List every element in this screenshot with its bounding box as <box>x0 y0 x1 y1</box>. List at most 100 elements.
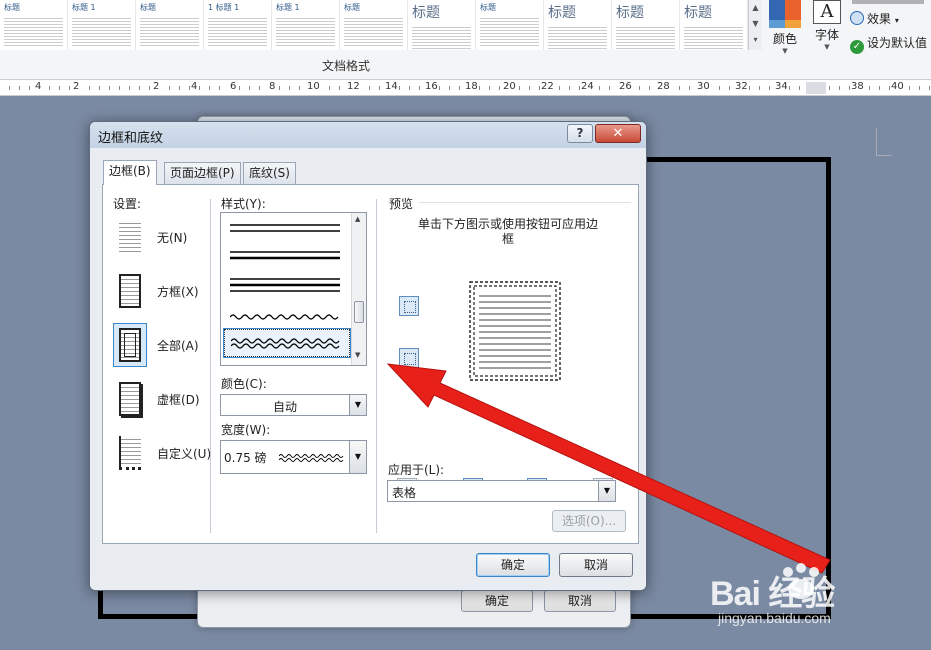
style-thumbnail[interactable]: 标题 1 <box>68 0 136 50</box>
ruler-label: 30 <box>696 81 711 93</box>
inside-horizontal-border-icon[interactable] <box>399 348 419 368</box>
chevron-down-icon[interactable]: ▼ <box>349 395 366 415</box>
color-select[interactable]: 自动 ▼ <box>220 394 367 416</box>
border-shadow-icon <box>119 382 141 416</box>
width-label: 宽度(W): <box>221 423 271 437</box>
setting-label: 全部(A) <box>157 339 199 353</box>
thumbnail-title: 1 标题 1 <box>208 3 240 12</box>
ruler-label: 4 <box>34 81 43 93</box>
style-scrollbar[interactable]: ▲ ▼ <box>351 213 366 365</box>
ribbon-top-strip <box>852 0 924 4</box>
apply-to-label: 应用于(L): <box>388 463 445 477</box>
divider <box>419 202 631 203</box>
cancel-button[interactable]: 取消 <box>559 553 633 577</box>
dialog-titlebar[interactable]: 边框和底纹 ? ✕ <box>90 122 646 148</box>
style-thumbnail[interactable]: 1 标题 1 <box>204 0 272 50</box>
tab-shading[interactable]: 底纹(S) <box>243 162 296 184</box>
chevron-down-icon: ▼ <box>782 47 788 55</box>
border-custom-icon <box>119 436 141 470</box>
fonts-button[interactable]: A 字体 ▼ <box>808 0 846 51</box>
top-border-icon[interactable] <box>399 296 419 316</box>
ruler-label: 40 <box>890 81 905 93</box>
ruler-label: 4 <box>190 81 199 93</box>
width-select[interactable]: 0.75 磅 ▼ <box>220 440 367 474</box>
apply-to-select[interactable]: 表格 ▼ <box>387 480 616 502</box>
tab-page-border[interactable]: 页面边框(P) <box>164 162 241 184</box>
options-button[interactable]: 选项(O)... <box>552 510 626 532</box>
ok-button[interactable]: 确定 <box>476 553 550 577</box>
set-default-button[interactable]: ✓ 设为默认值 <box>850 34 927 54</box>
background-ok-button[interactable]: 确定 <box>461 590 533 612</box>
ruler-label: 18 <box>464 81 479 93</box>
background-cancel-button[interactable]: 取消 <box>544 590 616 612</box>
style-option-double-thin[interactable] <box>224 215 350 243</box>
thumbnail-title: 标题 <box>616 5 644 21</box>
ruler-label: 12 <box>346 81 361 93</box>
border-none-icon <box>119 220 141 254</box>
effects-button[interactable]: 效果 ▾ <box>850 10 899 27</box>
ruler-label: 38 <box>850 81 865 93</box>
style-thumbnail[interactable]: 标题 <box>680 0 748 50</box>
setting-custom[interactable]: 自定义(U) <box>113 431 223 475</box>
colors-button[interactable]: 颜色 ▼ <box>765 0 805 55</box>
border-box-icon <box>119 274 141 308</box>
line-triple-icon <box>230 278 340 292</box>
gallery-scroll[interactable]: ▲ ▼ ▾ <box>748 0 762 50</box>
ruler-label: 10 <box>306 81 321 93</box>
help-button[interactable]: ? <box>567 124 593 143</box>
font-glyph-icon: A <box>813 0 841 24</box>
chevron-down-icon[interactable]: ▼ <box>349 441 366 473</box>
apply-to-value: 表格 <box>392 486 417 500</box>
ruler-label: 28 <box>656 81 671 93</box>
ruler-label: 8 <box>268 81 277 93</box>
watermark-url: jingyan.baidu.com <box>718 610 831 626</box>
ruler-label: 32 <box>734 81 749 93</box>
chevron-down-icon[interactable]: ▼ <box>598 481 615 501</box>
style-thumbnail[interactable]: 标题 <box>0 0 68 50</box>
style-thumbnail[interactable]: 标题 <box>544 0 612 50</box>
style-thumbnail[interactable]: 标题 <box>340 0 408 50</box>
gallery-down-icon[interactable]: ▼ <box>749 16 762 32</box>
thumbnail-text-lines <box>72 16 131 46</box>
style-option-triple[interactable] <box>224 271 350 299</box>
settings-label: 设置: <box>113 197 142 211</box>
scroll-down-icon[interactable]: ▼ <box>355 351 360 359</box>
close-button[interactable]: ✕ <box>595 124 641 143</box>
colors-label: 颜色 <box>772 32 797 46</box>
scroll-thumb[interactable] <box>354 301 364 323</box>
effects-icon <box>850 11 864 25</box>
style-option-thick-thin[interactable] <box>224 243 350 271</box>
thumbnail-text-lines <box>480 16 539 46</box>
border-preview[interactable] <box>465 277 565 385</box>
thumbnail-title: 标题 <box>412 5 440 21</box>
gallery-more-icon[interactable]: ▾ <box>749 32 762 48</box>
style-gallery[interactable]: 标题 标题 1 标题 1 标题 1 标题 1 标题 标题 标题 标题 标题 标题 <box>0 0 750 50</box>
style-thumbnail[interactable]: 标题 <box>612 0 680 50</box>
style-thumbnail[interactable]: 标题 <box>136 0 204 50</box>
setting-shadow[interactable]: 虚框(D) <box>113 377 223 421</box>
ruler-label: 22 <box>540 81 555 93</box>
thumbnail-text-lines <box>412 25 471 50</box>
style-thumbnail[interactable]: 标题 <box>476 0 544 50</box>
setting-label: 自定义(U) <box>157 447 212 461</box>
ruler-label: 6 <box>229 81 238 93</box>
divider <box>210 199 211 533</box>
style-thumbnail[interactable]: 标题 1 <box>272 0 340 50</box>
thumbnail-text-lines <box>4 16 63 46</box>
ribbon: 标题 标题 1 标题 1 标题 1 标题 1 标题 标题 标题 标题 标题 标题 ▲ ▼ ▾ 文档格… <box>0 0 931 80</box>
style-listbox[interactable]: ▲ ▼ <box>220 212 367 366</box>
colors-swatch-icon <box>769 20 801 28</box>
style-option-double-wave[interactable] <box>223 328 351 358</box>
thumbnail-title: 标题 1 <box>72 3 96 12</box>
setting-box[interactable]: 方框(X) <box>113 269 223 313</box>
style-option-wave[interactable] <box>224 299 350 327</box>
scroll-up-icon[interactable]: ▲ <box>355 215 360 223</box>
horizontal-ruler[interactable]: 42246810121416182022242628303234363840 <box>0 80 931 96</box>
style-thumbnail[interactable]: 标题 <box>408 0 476 50</box>
tab-borders[interactable]: 边框(B) <box>103 160 157 185</box>
thumbnail-text-lines <box>616 25 675 50</box>
setting-none[interactable]: 无(N) <box>113 215 223 259</box>
setting-all[interactable]: 全部(A) <box>113 323 223 367</box>
preview-text-lines <box>479 291 551 369</box>
gallery-up-icon[interactable]: ▲ <box>749 0 762 16</box>
